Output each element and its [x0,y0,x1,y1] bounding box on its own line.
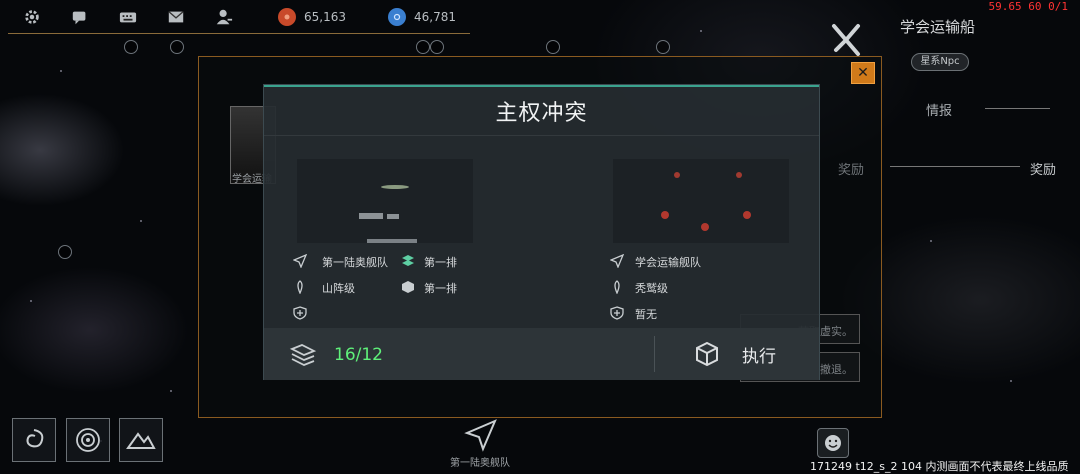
enemy-fleet-name: 学会运输舰队 [635,256,701,269]
energy-icon [388,7,406,26]
transport-ship-icon [832,24,860,56]
credits-icon [278,7,296,26]
enemy-status: 暂无 [635,308,657,321]
mail-icon[interactable] [152,0,200,34]
current-fleet-label: 第一陆奥舰队 [450,458,510,469]
player-slot: 第一排 [424,282,457,295]
map-node[interactable] [170,40,184,54]
conflict-dialog: 主权冲突 第一陆奥舰队 第一排 山阵级 第一排 学会运输舰队 秃鹫级 暂无 16… [263,84,820,380]
credits-value: 65,163 [304,9,346,24]
chat-icon[interactable] [56,0,104,34]
ship-class-icon [614,280,620,294]
fleet-arrow-icon [610,254,624,268]
energy-value: 46,781 [414,9,456,24]
shield-icon [293,306,307,320]
resource-energy: 46,781 [388,7,456,26]
tab-divider [985,108,1050,109]
profile-icon[interactable] [200,0,248,34]
map-node[interactable] [416,40,430,54]
galaxy-button[interactable] [12,418,56,462]
dialog-separator [264,135,819,136]
map-node[interactable] [546,40,560,54]
fleet-count: 16/12 [334,345,383,365]
terrain-icon [126,432,156,449]
player-fleet-preview [297,159,473,243]
build-info: 171249 t12_s_2 104 内测画面不代表最终上线品质 [810,460,1069,473]
dialog-footer: 16/12 执行 [264,328,819,380]
emoji-button[interactable] [817,428,849,458]
faction-badge: 星系Npc [911,53,969,71]
orbit-button[interactable] [66,418,110,462]
terrain-button[interactable] [119,418,163,462]
dialog-title: 主权冲突 [495,101,588,126]
tab-reward[interactable]: 奖励 [1030,159,1056,178]
fps-readout: 59.65 60 0/1 [988,0,1068,13]
tab-info[interactable]: 情报 [926,100,952,119]
fleet-navigation-icon[interactable] [464,418,498,452]
enemy-fleet-preview [613,159,789,243]
fleet-arrow-icon [293,254,307,268]
enemy-ship-class: 秃鹫级 [635,282,668,295]
player-ship-class: 山阵级 [322,282,355,295]
player-fleet-name: 第一陆奥舰队 [322,256,388,269]
gear-icon[interactable] [8,0,56,34]
map-node[interactable] [124,40,138,54]
background-reward-label: 奖励 [838,163,865,178]
map-node[interactable] [58,245,72,259]
resource-credits: 65,163 [278,7,346,26]
cube-icon [696,341,718,367]
execute-button[interactable]: 执行 [694,334,814,374]
ship-class-icon [297,280,303,294]
dialog-accent-line [264,85,819,87]
close-button[interactable]: ✕ [851,62,875,84]
documents-icon [289,344,317,366]
smiley-icon [825,435,841,451]
formation-icon [402,255,414,266]
keyboard-icon[interactable] [104,0,152,34]
top-bar: 65,163 46,781 [8,0,470,34]
map-node[interactable] [430,40,444,54]
galaxy-icon [26,429,44,448]
map-node[interactable] [656,40,670,54]
shield-icon [610,306,624,320]
player-formation: 第一排 [424,256,457,269]
execute-label: 执行 [742,346,776,367]
footer-divider [654,336,655,372]
side-panel-title: 学会运输船 [900,18,976,36]
tab-divider [890,166,1020,167]
slot-icon [402,281,414,293]
orbit-icon [76,428,100,452]
